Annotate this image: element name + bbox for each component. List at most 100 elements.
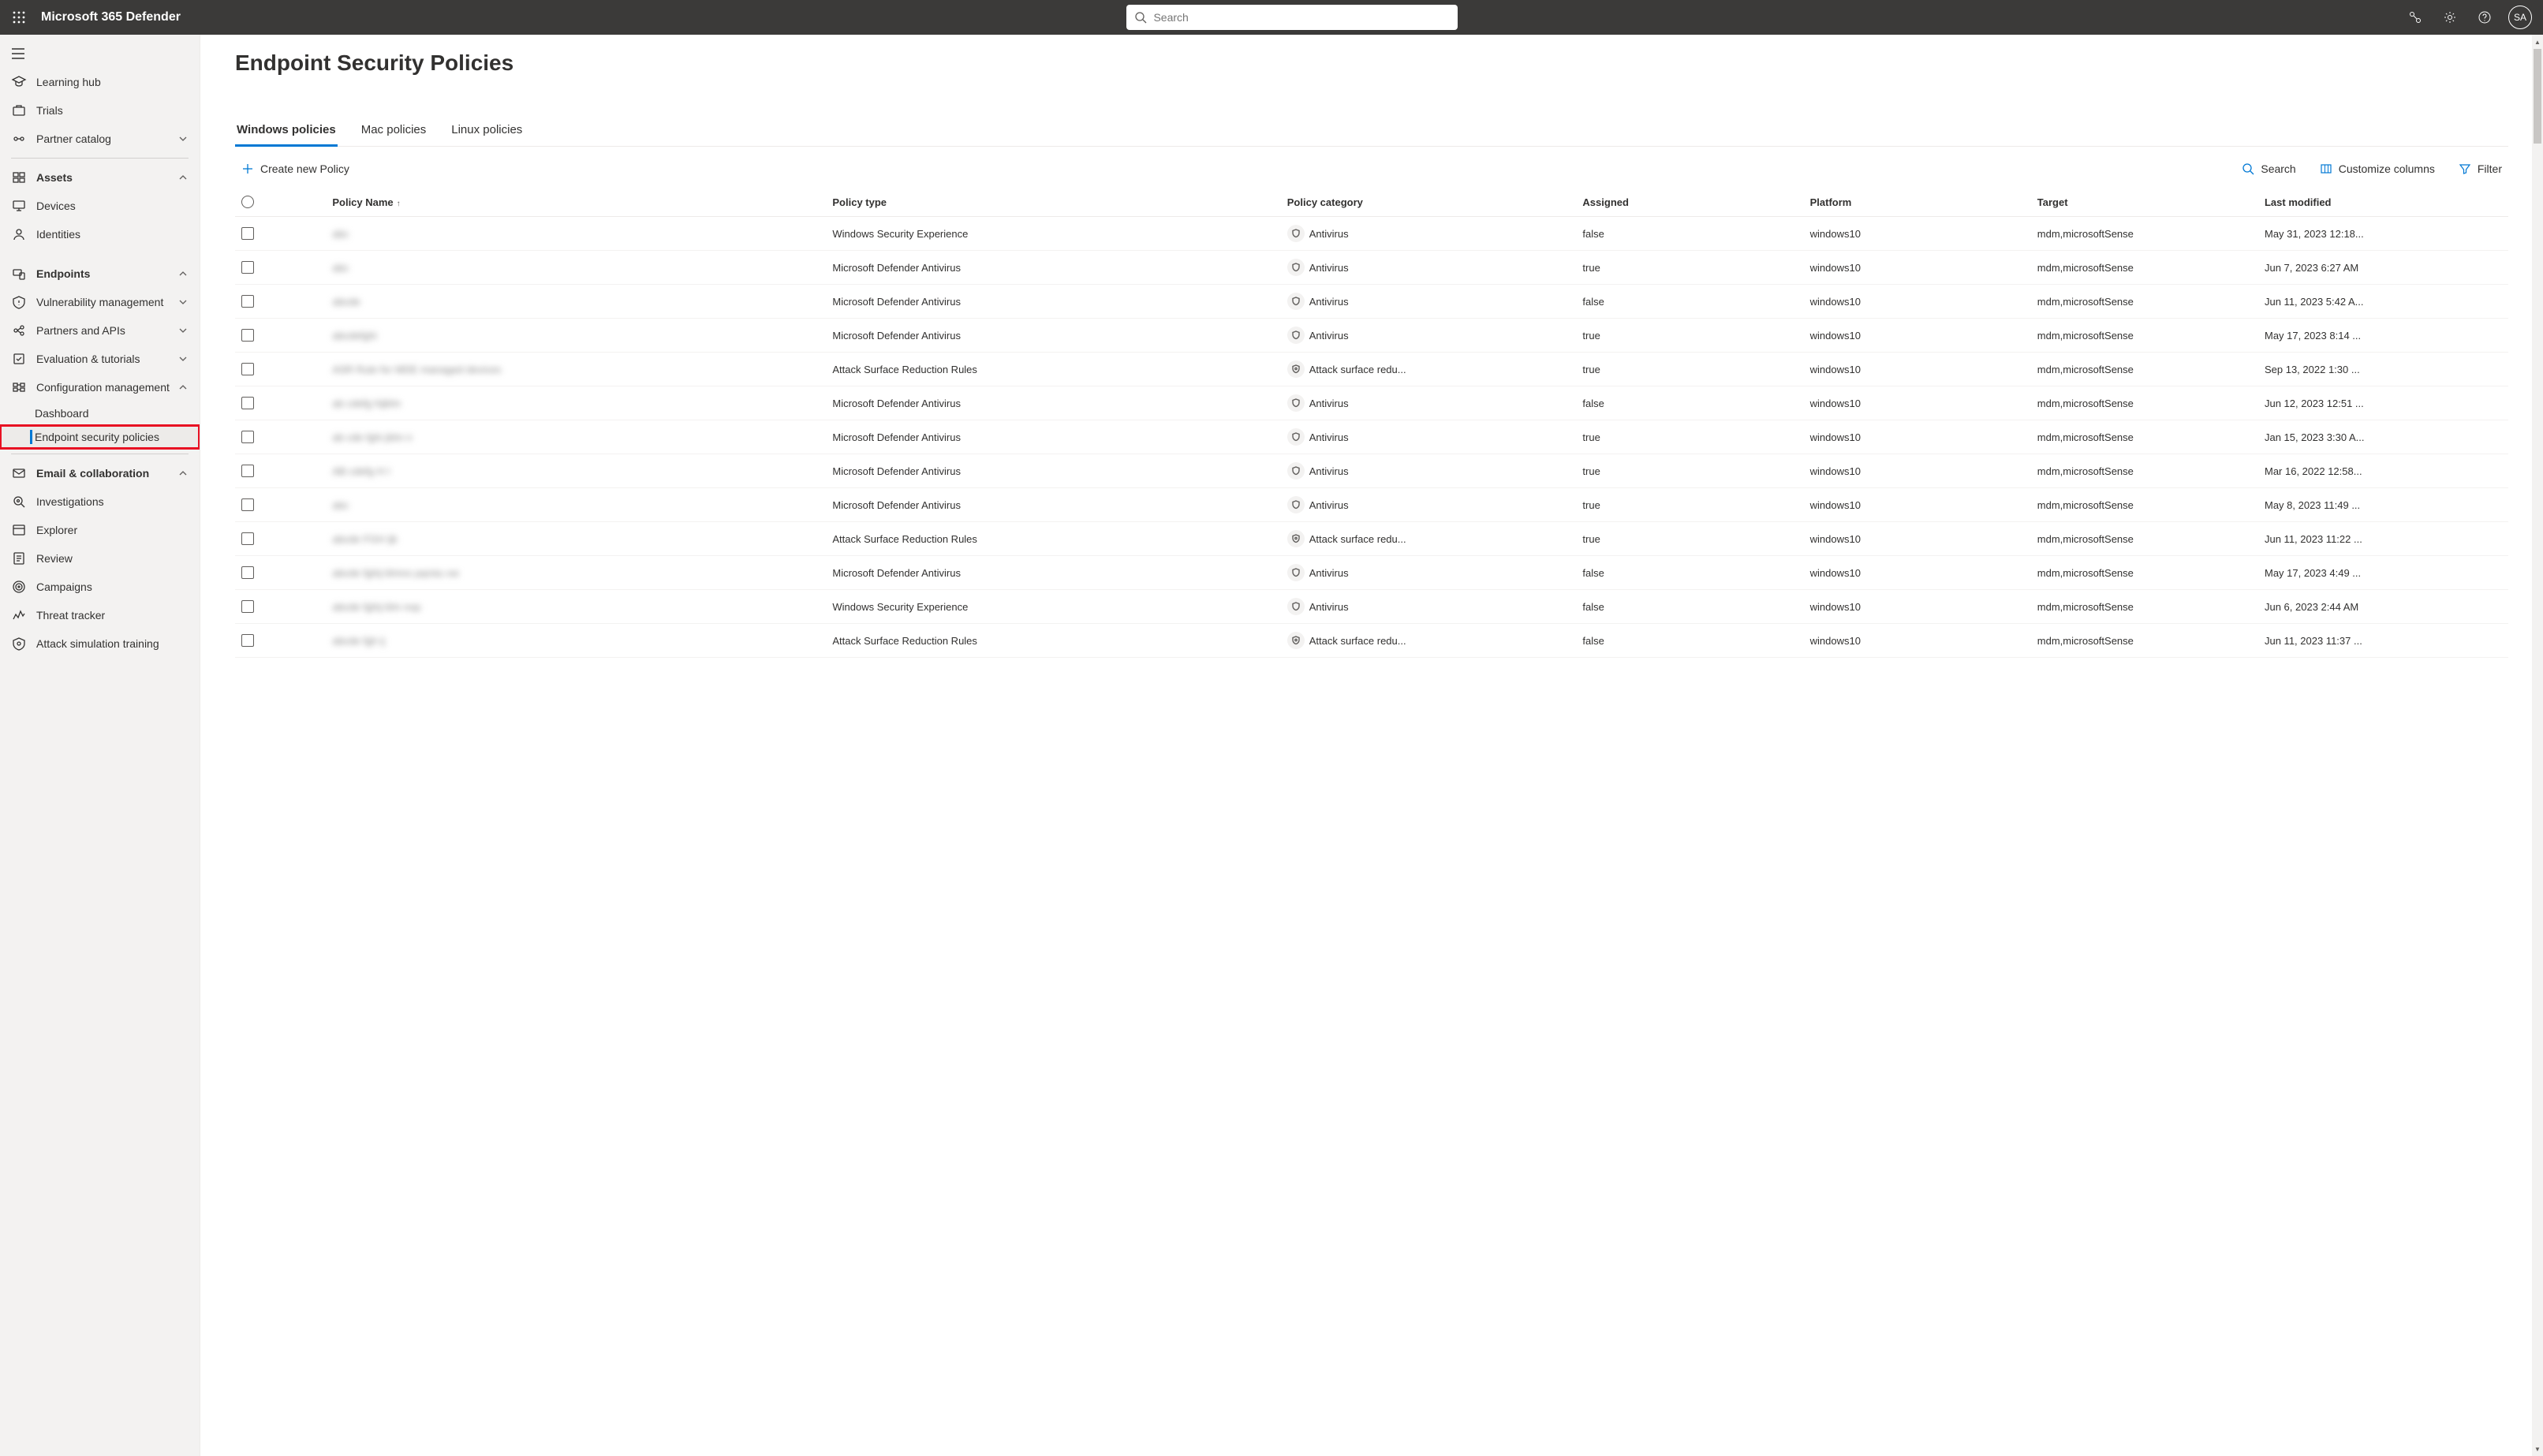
table-row[interactable]: abcde fgh ijAttack Surface Reduction Rul…	[235, 624, 2508, 658]
column-policy-type[interactable]: Policy type	[826, 188, 1280, 217]
search-button[interactable]: Search	[2235, 158, 2302, 180]
policy-category: Antivirus	[1287, 496, 1349, 513]
row-checkbox[interactable]	[241, 329, 254, 342]
nav-item-vulnerability-management[interactable]: Vulnerability management	[0, 288, 200, 316]
user-avatar[interactable]: SA	[2508, 6, 2532, 29]
nav-item-threat-tracker[interactable]: Threat tracker	[0, 601, 200, 629]
last-modified: Jun 11, 2023 11:22 ...	[2258, 522, 2508, 556]
nav-sub-dashboard[interactable]: Dashboard	[0, 401, 200, 425]
tab-windows-policies[interactable]: Windows policies	[235, 115, 338, 146]
nav-item-endpoints[interactable]: Endpoints	[0, 259, 200, 288]
nav-item-partner-catalog[interactable]: Partner catalog	[0, 125, 200, 153]
tab-linux-policies[interactable]: Linux policies	[450, 115, 524, 146]
policy-type: Microsoft Defender Antivirus	[826, 285, 1280, 319]
nav-item-explorer[interactable]: Explorer	[0, 516, 200, 544]
nav-item-assets[interactable]: Assets	[0, 163, 200, 192]
row-checkbox[interactable]	[241, 465, 254, 477]
row-checkbox[interactable]	[241, 566, 254, 579]
policy-category: Antivirus	[1287, 394, 1349, 412]
select-all-header[interactable]	[235, 188, 326, 217]
table-row[interactable]: abcdeMicrosoft Defender AntivirusAntivir…	[235, 285, 2508, 319]
nav-sub-endpoint-security-policies[interactable]: Endpoint security policies	[0, 425, 200, 449]
row-checkbox[interactable]	[241, 532, 254, 545]
target: mdm,microsoftSense	[2031, 454, 2258, 488]
row-checkbox[interactable]	[241, 634, 254, 647]
assigned: false	[1576, 624, 1803, 658]
table-row[interactable]: abcdefghiMicrosoft Defender AntivirusAnt…	[235, 319, 2508, 353]
scrollbar[interactable]: ▲ ▼	[2532, 35, 2543, 1456]
table-row[interactable]: ASR Rule for MDE managed devicesAttack S…	[235, 353, 2508, 386]
partner-icon	[11, 131, 27, 147]
nav-item-email-collaboration[interactable]: Email & collaboration	[0, 459, 200, 487]
platform: windows10	[1804, 353, 2031, 386]
nav-item-trials[interactable]: Trials	[0, 96, 200, 125]
nav-item-campaigns[interactable]: Campaigns	[0, 573, 200, 601]
policy-name: abcde	[332, 296, 360, 308]
settings-icon[interactable]	[2439, 6, 2461, 28]
nav-item-partners-and-apis[interactable]: Partners and APIs	[0, 316, 200, 345]
nav-item-learning-hub[interactable]: Learning hub	[0, 68, 200, 96]
shield-icon	[1287, 327, 1305, 344]
column-policy-name[interactable]: Policy Name↑	[326, 188, 826, 217]
policy-name: ab cde fghi jklm n	[332, 431, 412, 443]
shield-icon	[1287, 259, 1305, 276]
nav-item-devices[interactable]: Devices	[0, 192, 200, 220]
trials-icon	[11, 103, 27, 118]
table-row[interactable]: abcMicrosoft Defender AntivirusAntivirus…	[235, 251, 2508, 285]
assigned: false	[1576, 386, 1803, 420]
scroll-down-icon[interactable]: ▼	[2532, 1443, 2543, 1454]
policy-type: Microsoft Defender Antivirus	[826, 386, 1280, 420]
row-checkbox[interactable]	[241, 600, 254, 613]
row-checkbox[interactable]	[241, 498, 254, 511]
nav-item-review[interactable]: Review	[0, 544, 200, 573]
table-row[interactable]: abcWindows Security ExperienceAntivirusf…	[235, 217, 2508, 251]
target: mdm,microsoftSense	[2031, 556, 2258, 590]
help-icon[interactable]	[2474, 6, 2496, 28]
app-launcher-icon[interactable]	[6, 5, 32, 30]
connections-icon[interactable]	[2404, 6, 2426, 28]
policy-type: Windows Security Experience	[826, 217, 1280, 251]
target: mdm,microsoftSense	[2031, 624, 2258, 658]
search-input[interactable]	[1153, 11, 1450, 24]
table-row[interactable]: abcde fghij klmno pqrstu vwMicrosoft Def…	[235, 556, 2508, 590]
policy-category: Antivirus	[1287, 428, 1349, 446]
global-search[interactable]	[1126, 5, 1458, 30]
nav-item-identities[interactable]: Identities	[0, 220, 200, 248]
scroll-up-icon[interactable]: ▲	[2532, 36, 2543, 47]
customize-columns-button[interactable]: Customize columns	[2313, 158, 2441, 180]
column-target[interactable]: Target	[2031, 188, 2258, 217]
table-row[interactable]: ab cdefg hijklm Microsoft Defender Antivi…	[235, 386, 2508, 420]
table-row[interactable]: abcde FGH ijkAttack Surface Reduction Ru…	[235, 522, 2508, 556]
create-policy-button[interactable]: Create new Policy	[235, 158, 356, 180]
column-assigned[interactable]: Assigned	[1576, 188, 1803, 217]
table-row[interactable]: AB cdefg H IMicrosoft Defender Antivirus…	[235, 454, 2508, 488]
row-checkbox[interactable]	[241, 363, 254, 375]
row-checkbox[interactable]	[241, 397, 254, 409]
table-row[interactable]: abcMicrosoft Defender AntivirusAntivirus…	[235, 488, 2508, 522]
nav-item-evaluation-tutorials[interactable]: Evaluation & tutorials	[0, 345, 200, 373]
column-platform[interactable]: Platform	[1804, 188, 2031, 217]
nav-item-attack-simulation-training[interactable]: Attack simulation training	[0, 629, 200, 658]
nav-item-investigations[interactable]: Investigations	[0, 487, 200, 516]
target: mdm,microsoftSense	[2031, 319, 2258, 353]
column-policy-category[interactable]: Policy category	[1281, 188, 1577, 217]
column-last-modified[interactable]: Last modified	[2258, 188, 2508, 217]
row-checkbox[interactable]	[241, 261, 254, 274]
assigned: true	[1576, 488, 1803, 522]
sidebar: Learning hubTrialsPartner catalogAssetsD…	[0, 35, 200, 1456]
nav-item-configuration-management[interactable]: Configuration management	[0, 373, 200, 401]
policy-type: Attack Surface Reduction Rules	[826, 522, 1280, 556]
policy-name: abcdefghi	[332, 330, 376, 342]
target: mdm,microsoftSense	[2031, 420, 2258, 454]
tab-mac-policies[interactable]: Mac policies	[360, 115, 428, 146]
scrollbar-thumb[interactable]	[2534, 49, 2541, 144]
row-checkbox[interactable]	[241, 227, 254, 240]
row-checkbox[interactable]	[241, 295, 254, 308]
table-row[interactable]: abcde fghij klm nopWindows Security Expe…	[235, 590, 2508, 624]
table-row[interactable]: ab cde fghi jklm nMicrosoft Defender Ant…	[235, 420, 2508, 454]
row-checkbox[interactable]	[241, 431, 254, 443]
policy-name: ab cdefg hijklm	[332, 398, 401, 409]
plus-icon	[241, 162, 254, 175]
filter-button[interactable]: Filter	[2452, 158, 2508, 180]
nav-collapse-button[interactable]	[0, 39, 200, 68]
